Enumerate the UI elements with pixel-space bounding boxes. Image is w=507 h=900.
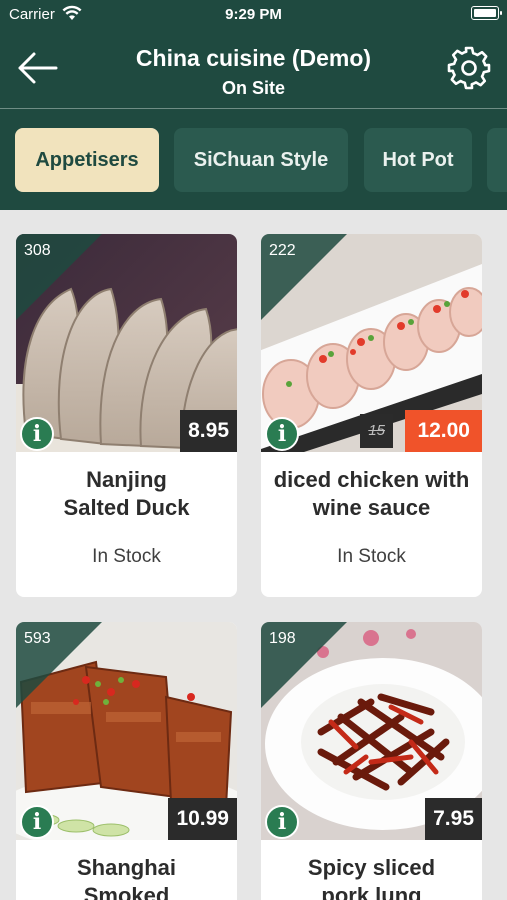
item-name: diced chicken with wine sauce — [273, 467, 470, 520]
stock-status: In Stock — [337, 546, 406, 567]
top-bar: Carrier 9:29 PM China cuisine (Demo) On … — [0, 0, 507, 210]
item-number: 308 — [24, 242, 51, 259]
item-name: Shanghai Smoked Fish — [76, 855, 176, 900]
info-icon[interactable]: i — [20, 805, 54, 839]
stock-status: In Stock — [92, 546, 161, 567]
tab-hot-pot[interactable]: Hot Pot — [364, 128, 472, 192]
price-tag: 8.95 — [180, 410, 237, 452]
tab-appetisers[interactable]: Appetisers — [15, 128, 159, 192]
info-icon[interactable]: i — [265, 417, 299, 451]
original-price: 15 — [360, 414, 393, 448]
item-name: Spicy sliced pork lung — [307, 855, 436, 900]
gear-icon[interactable] — [445, 44, 493, 92]
info-icon[interactable]: i — [20, 417, 54, 451]
item-number: 222 — [269, 242, 296, 259]
item-name: Nanjing Salted Duck — [63, 467, 190, 520]
item-number: 593 — [24, 630, 51, 647]
header-titles: China cuisine (Demo) On Site — [0, 45, 507, 99]
sale-price-tag: 12.00 — [405, 410, 482, 452]
category-tabs: Appetisers SiChuan Style Hot Pot S — [15, 128, 507, 192]
page-title: China cuisine (Demo) — [135, 45, 372, 71]
menu-item-card[interactable]: 308 i 8.95 Nanjing Salted Duck In Stock — [16, 234, 237, 597]
menu-item-card[interactable]: 222 i 15 12.00 diced chicken with wine s… — [261, 234, 482, 597]
battery-icon — [471, 6, 502, 20]
info-icon[interactable]: i — [265, 805, 299, 839]
price-tag: 7.95 — [425, 798, 482, 840]
menu-item-card[interactable]: 198 i 7.95 Spicy sliced pork lung — [261, 622, 482, 900]
price-tag: 10.99 — [168, 798, 237, 840]
header-divider — [0, 108, 507, 109]
tab-sichuan-style[interactable]: SiChuan Style — [174, 128, 348, 192]
status-bar: Carrier 9:29 PM — [0, 0, 507, 30]
page-subtitle: On Site — [221, 78, 285, 98]
tab-partial[interactable]: S — [487, 128, 507, 192]
item-number: 198 — [269, 630, 296, 647]
menu-item-card[interactable]: 593 i 10.99 Shanghai Smoked Fish — [16, 622, 237, 900]
status-time: 9:29 PM — [225, 6, 282, 23]
